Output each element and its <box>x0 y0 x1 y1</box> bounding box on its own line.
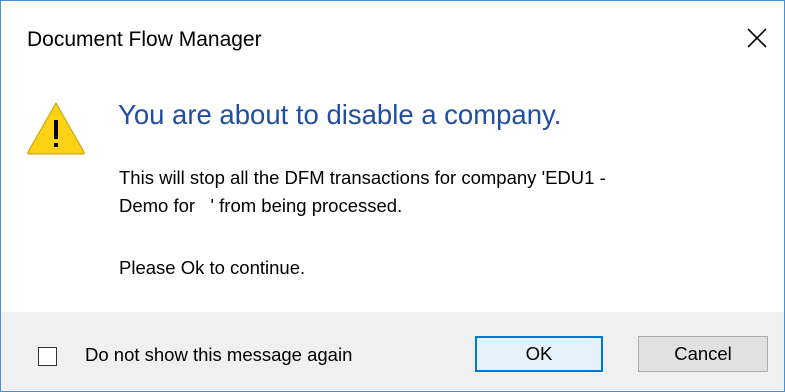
message-heading: You are about to disable a company. <box>118 99 562 130</box>
window-title: Document Flow Manager <box>27 28 262 51</box>
message-dialog: Document Flow Manager You are about to d… <box>0 0 785 392</box>
message-prompt: Please Ok to continue. <box>119 257 306 278</box>
message-body: This will stop all the DFM transactions … <box>119 167 606 216</box>
warning-icon <box>25 100 87 156</box>
dialog-footer: Do not show this message again OK Cancel <box>1 312 784 391</box>
ok-button[interactable]: OK <box>475 336 603 372</box>
title-bar[interactable]: Document Flow Manager <box>1 1 784 85</box>
dont-show-again-label[interactable]: Do not show this message again <box>85 344 352 366</box>
cancel-button[interactable]: Cancel <box>638 336 768 372</box>
close-icon[interactable] <box>744 25 770 51</box>
dont-show-again-checkbox[interactable] <box>38 347 57 366</box>
